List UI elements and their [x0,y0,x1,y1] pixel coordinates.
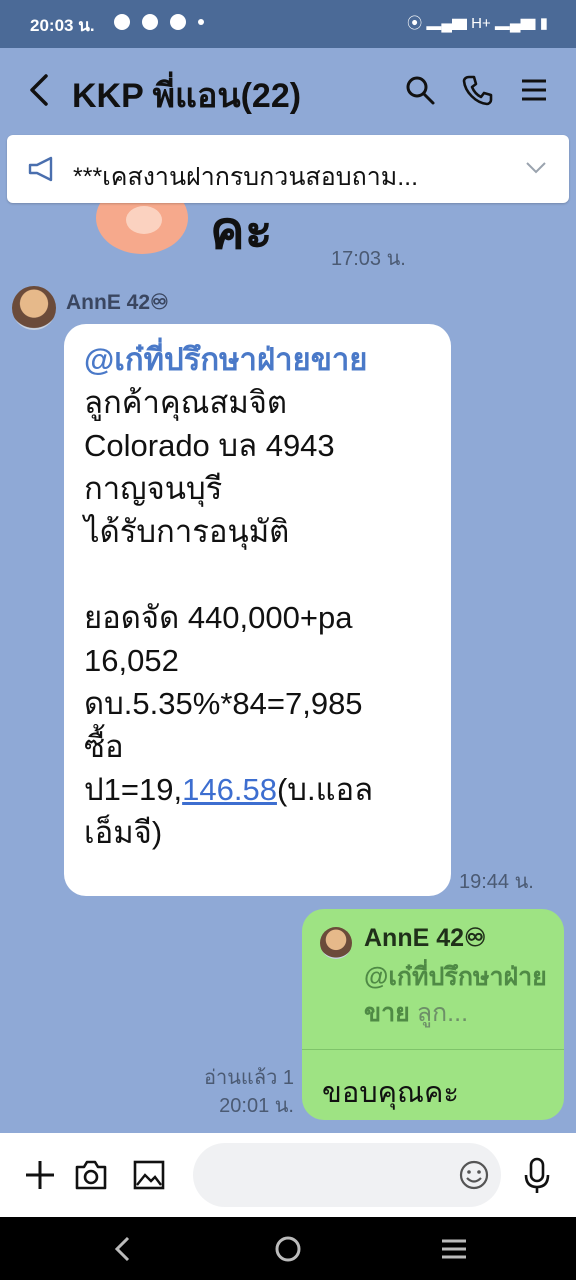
message-input[interactable] [193,1143,501,1207]
avatar[interactable] [12,286,56,330]
hotspot-icon: ⦿ [407,15,423,32]
emoji-icon[interactable] [459,1160,489,1190]
quoted-message[interactable]: @เก๋ที่ปรึกษาฝ่ายขาย ลูก... [364,959,550,1031]
sticker-time: 17:03 น. [331,248,406,270]
reply-text: ขอบคุณคะ [322,1077,459,1109]
phone-number-link[interactable]: 146.58 [182,772,277,807]
chat-icon [142,14,158,30]
microphone-icon[interactable] [524,1157,550,1195]
message-text: ลูกค้าคุณสมจิต [84,385,288,420]
message-text: ยอดจัด 440,000+pa [84,600,353,635]
line-icon [170,14,186,30]
message-text: ดบ.5.35%*84=7,985 [84,686,363,721]
quote-rest: ลูก... [409,999,469,1027]
search-icon[interactable] [404,74,436,106]
quote-sender: AnnE 42♾ [364,924,487,952]
status-right: ⦿ ▂▄▆ H+ ▂▄▆ ▮ [407,12,548,33]
network-type: H+ [471,15,491,32]
message-input-bar [0,1133,576,1217]
system-nav-bar [0,1217,576,1280]
menu-icon[interactable] [518,74,550,106]
status-bar: 20:03 น. ⦿ ▂▄▆ H+ ▂▄▆ ▮ [0,0,576,48]
message-body: @เก๋ที่ปรึกษาฝ่ายขาย ลูกค้าคุณสมจิต Colo… [84,338,436,854]
message-text: (บ.แอล [276,772,374,807]
phone-icon[interactable] [462,74,494,106]
notification-dot-icon [198,19,204,25]
message-text: ได้รับการอนุมัติ [84,514,290,549]
sender-name: AnnE 42♾ [66,291,169,314]
message-text: ป1=19, [84,772,183,807]
messenger-icon [114,14,130,30]
status-time: 20:03 น. [30,16,95,35]
image-icon[interactable] [133,1159,165,1191]
battery-icon: ▮ [539,15,548,32]
message-text: เอ็มจี) [84,815,163,850]
message-time: 20:01 น. [219,1095,294,1117]
plus-icon[interactable] [24,1159,56,1191]
incoming-message-bubble[interactable]: @เก๋ที่ปรึกษาฝ่ายขาย ลูกค้าคุณสมจิต Colo… [64,324,451,896]
chevron-down-icon[interactable] [525,161,547,175]
nav-recents-icon[interactable] [440,1237,468,1261]
quote-divider [302,1049,564,1050]
back-arrow-icon[interactable] [28,70,50,110]
message-text: Colorado บล 4943 [84,428,335,463]
megaphone-icon [28,156,53,182]
nav-home-icon[interactable] [274,1235,302,1263]
outgoing-message-bubble[interactable]: AnnE 42♾ @เก๋ที่ปรึกษาฝ่ายขาย ลูก... ขอบ… [302,909,564,1120]
message-text: กาญจนบุรี [84,471,223,506]
signal-icon: ▂▄▆ [426,15,467,32]
announcement-text: ***เคสงานฝากรบกวนสอบถาม... [73,163,419,191]
message-text: ซื้อ [84,729,124,764]
svg-text:คะ: คะ [210,201,273,261]
quote-avatar [320,927,352,959]
message-text: 16,052 [84,643,179,678]
announcement-banner[interactable]: ***เคสงานฝากรบกวนสอบถาม... [7,135,569,203]
mention[interactable]: @เก๋ที่ปรึกษาฝ่ายขาย [84,342,367,377]
nav-back-icon[interactable] [112,1235,134,1263]
signal2-icon: ▂▄▆ [494,15,536,32]
message-time: 19:44 น. [459,871,534,893]
chat-title: KKP พี่แอน(22) [72,77,302,115]
chat-header: KKP พี่แอน(22) [0,48,576,132]
camera-icon[interactable] [74,1159,108,1191]
